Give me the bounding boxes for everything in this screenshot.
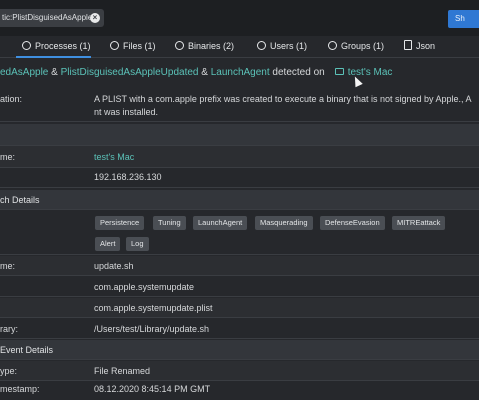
detected-on-text: detected on — [269, 67, 325, 78]
binaries-icon — [175, 41, 184, 50]
match-row-label: rary: — [0, 324, 18, 334]
host-ip-row: 192.168.236.130 — [0, 168, 479, 188]
tab-binaries[interactable]: Binaries (2) — [175, 36, 234, 58]
description-line-2: nt was installed. — [94, 107, 159, 117]
description-row: ation: A PLIST with a com.apple prefix w… — [0, 88, 479, 122]
match-row-value: com.apple.systemupdate.plist — [94, 303, 213, 313]
search-chip-label: tic:PlistDisguisedAsApple — [2, 13, 93, 22]
tag-log[interactable]: Log — [126, 237, 149, 251]
section-title: ch Details — [0, 195, 40, 205]
show-button[interactable]: Sh — [448, 10, 479, 28]
tag-masquerading[interactable]: Masquerading — [255, 216, 313, 230]
tag-alert[interactable]: Alert — [95, 237, 121, 251]
search-filter-chip[interactable]: tic:PlistDisguisedAsApple × — [0, 9, 104, 27]
event-row-label: mestamp: — [0, 384, 40, 394]
match-row: com.apple.systemupdate.plist — [0, 298, 479, 318]
tab-files[interactable]: Files (1) — [110, 36, 156, 58]
users-icon — [257, 41, 266, 50]
rule-link[interactable]: edAsApple — [0, 67, 48, 78]
host-name-row: me: test's Mac — [0, 146, 479, 168]
host-section-header — [0, 124, 479, 146]
host-ip-value: 192.168.236.130 — [94, 172, 162, 182]
detection-headline: edAsApple & PlistDisguisedAsAppleUpdated… — [0, 64, 392, 82]
match-row-value: update.sh — [94, 261, 134, 271]
tab-label: Groups (1) — [341, 41, 385, 51]
host-name-label: me: — [0, 152, 16, 162]
detail-tabs: Processes (1) Files (1) Binaries (2) Use… — [0, 36, 479, 58]
search-bar: tic:PlistDisguisedAsApple × Sh — [0, 0, 479, 36]
tags-row: Persistence Tuning LaunchAgent Masquerad… — [0, 211, 479, 255]
tag-persistence[interactable]: Persistence — [95, 216, 145, 230]
tab-groups[interactable]: Groups (1) — [328, 36, 384, 58]
groups-icon — [328, 41, 337, 50]
tab-processes[interactable]: Processes (1) — [16, 36, 91, 58]
tag-launchagent[interactable]: LaunchAgent — [193, 216, 248, 230]
tab-label: Files (1) — [123, 41, 156, 51]
tab-json[interactable]: Json — [404, 36, 435, 58]
tab-label: Binaries (2) — [188, 41, 235, 51]
match-details-header: ch Details — [0, 190, 479, 210]
match-row: rary: /Users/test/Library/update.sh — [0, 319, 479, 339]
event-details-header: Event Details — [0, 340, 479, 360]
tab-label: Users (1) — [270, 41, 308, 51]
match-row: com.apple.systemupdate — [0, 277, 479, 297]
close-icon[interactable]: × — [90, 13, 100, 23]
event-row: ype: File Renamed — [0, 361, 479, 381]
processes-icon — [22, 41, 31, 50]
computer-icon — [334, 68, 344, 75]
description-label: ation: — [0, 94, 23, 104]
tag-tuning[interactable]: Tuning — [153, 216, 186, 230]
tab-label: Processes (1) — [35, 41, 91, 51]
tab-label: Json — [416, 41, 436, 51]
event-row: mestamp: 08.12.2020 8:45:14 PM GMT — [0, 381, 479, 400]
event-row-label: ype: — [0, 366, 18, 376]
match-row-value: com.apple.systemupdate — [94, 282, 195, 292]
event-row-value: File Renamed — [94, 366, 151, 376]
separator: & — [198, 67, 211, 78]
match-row-value: /Users/test/Library/update.sh — [94, 324, 210, 334]
rule-link[interactable]: LaunchAgent — [211, 67, 270, 78]
tag-mitreattack[interactable]: MITREattack — [392, 216, 446, 230]
host-name-value[interactable]: test's Mac — [94, 152, 134, 162]
json-icon — [404, 40, 412, 50]
event-row-value: 08.12.2020 8:45:14 PM GMT — [94, 384, 211, 394]
match-row: me: update.sh — [0, 256, 479, 276]
match-row-label: me: — [0, 261, 16, 271]
description-line-1: A PLIST with a com.apple prefix was crea… — [94, 94, 472, 104]
tag-defenseevasion[interactable]: DefenseEvasion — [320, 216, 385, 230]
files-icon — [110, 41, 119, 50]
separator: & — [48, 67, 61, 78]
section-title: Event Details — [0, 345, 54, 355]
tab-users[interactable]: Users (1) — [257, 36, 307, 58]
rule-link[interactable]: PlistDisguisedAsAppleUpdated — [61, 67, 199, 78]
